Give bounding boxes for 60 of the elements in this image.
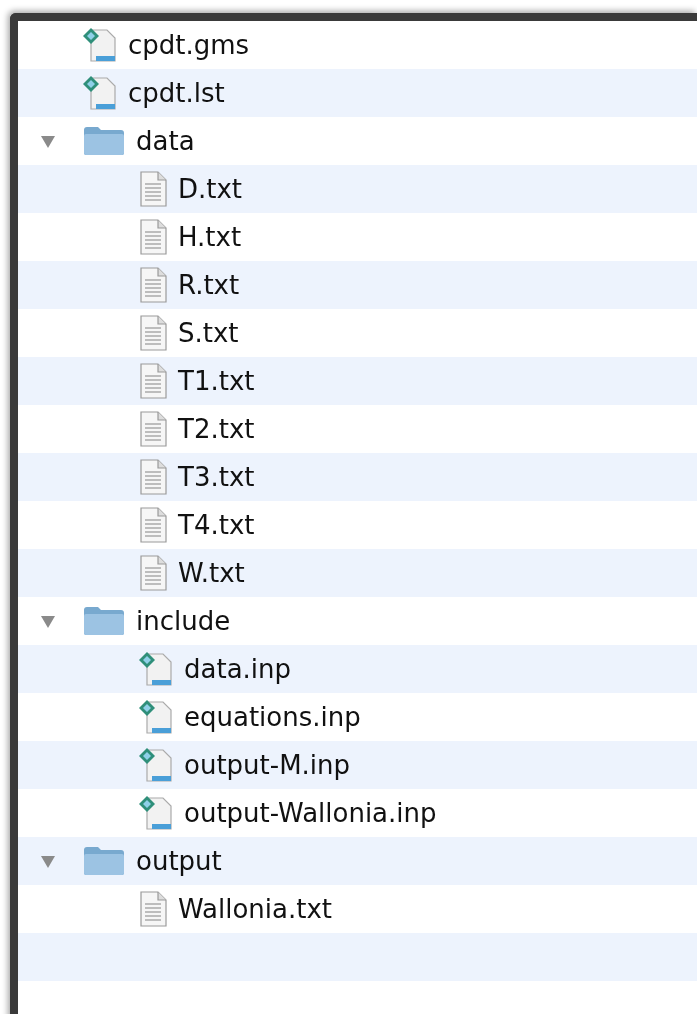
folder-icon (82, 846, 126, 876)
file-row[interactable]: S.txt (18, 309, 697, 357)
document-icon (82, 27, 118, 63)
file-name: output (136, 846, 222, 876)
file-name: T3.txt (178, 462, 255, 492)
text-file-icon (138, 171, 168, 207)
file-name: H.txt (178, 222, 242, 252)
file-row[interactable]: T2.txt (18, 405, 697, 453)
file-row[interactable]: R.txt (18, 261, 697, 309)
text-file-icon (138, 555, 168, 591)
document-icon (138, 699, 174, 735)
file-row[interactable]: output-Wallonia.inp (18, 789, 697, 837)
file-name: T4.txt (178, 510, 255, 540)
text-file-icon (138, 507, 168, 543)
file-row[interactable]: D.txt (18, 165, 697, 213)
file-name: cpdt.lst (128, 78, 225, 108)
file-name: T2.txt (178, 414, 255, 444)
file-row[interactable]: Wallonia.txt (18, 885, 697, 933)
file-name: cpdt.gms (128, 30, 250, 60)
disclosure-triangle-icon[interactable] (40, 613, 56, 629)
disclosure-triangle-icon[interactable] (40, 853, 56, 869)
file-row[interactable]: T1.txt (18, 357, 697, 405)
file-row[interactable]: T4.txt (18, 501, 697, 549)
file-row[interactable]: W.txt (18, 549, 697, 597)
text-file-icon (138, 219, 168, 255)
disclosure-triangle-icon[interactable] (40, 133, 56, 149)
document-icon (138, 747, 174, 783)
file-row[interactable]: output (18, 837, 697, 885)
text-file-icon (138, 315, 168, 351)
file-row[interactable]: H.txt (18, 213, 697, 261)
file-name: R.txt (178, 270, 240, 300)
file-name: data (136, 126, 195, 156)
file-name: T1.txt (178, 366, 255, 396)
file-name: D.txt (178, 174, 243, 204)
text-file-icon (138, 891, 168, 927)
file-row[interactable]: include (18, 597, 697, 645)
file-row[interactable]: cpdt.gms (18, 21, 697, 69)
folder-icon (82, 126, 126, 156)
file-name: output-M.inp (184, 750, 351, 780)
text-file-icon (138, 411, 168, 447)
file-name: Wallonia.txt (178, 894, 332, 924)
file-name: output-Wallonia.inp (184, 798, 437, 828)
file-row[interactable]: data (18, 117, 697, 165)
file-name: include (136, 606, 231, 636)
text-file-icon (138, 363, 168, 399)
folder-icon (82, 606, 126, 636)
file-row[interactable]: equations.inp (18, 693, 697, 741)
document-icon (138, 651, 174, 687)
document-icon (82, 75, 118, 111)
file-name: S.txt (178, 318, 239, 348)
file-name: W.txt (178, 558, 245, 588)
file-row[interactable]: data.inp (18, 645, 697, 693)
text-file-icon (138, 267, 168, 303)
file-row[interactable]: T3.txt (18, 453, 697, 501)
text-file-icon (138, 459, 168, 495)
file-row[interactable]: output-M.inp (18, 741, 697, 789)
file-row[interactable]: cpdt.lst (18, 69, 697, 117)
file-name: data.inp (184, 654, 292, 684)
document-icon (138, 795, 174, 831)
file-name: equations.inp (184, 702, 361, 732)
